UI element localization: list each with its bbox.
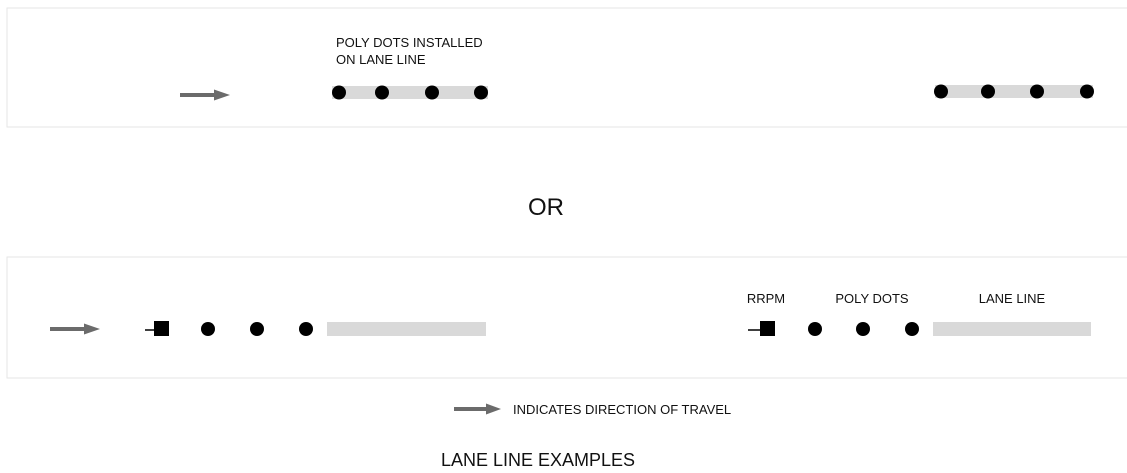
poly-dot bbox=[250, 322, 264, 336]
lane-line-diagram: POLY DOTS INSTALLED ON LANE LINE OR RRPM… bbox=[6, 7, 1127, 470]
lane-line-label: LANE LINE bbox=[979, 291, 1046, 306]
legend: INDICATES DIRECTION OF TRAVEL bbox=[454, 402, 731, 417]
top-direction-arrow-icon bbox=[180, 89, 230, 101]
poly-dot bbox=[299, 322, 313, 336]
rrpm-marker-icon bbox=[145, 321, 169, 336]
bottom-panel: RRPM POLY DOTS LANE LINE bbox=[6, 256, 1127, 379]
top-callout-label-line1: POLY DOTS INSTALLED bbox=[336, 35, 483, 50]
poly-dot bbox=[201, 322, 215, 336]
legend-text: INDICATES DIRECTION OF TRAVEL bbox=[513, 402, 731, 417]
figure-title: LANE LINE EXAMPLES bbox=[441, 450, 635, 470]
top-panel-border bbox=[6, 7, 1127, 128]
poly-dot bbox=[808, 322, 822, 336]
poly-dot bbox=[1080, 84, 1094, 99]
top-panel: POLY DOTS INSTALLED ON LANE LINE bbox=[6, 7, 1127, 128]
poly-dot bbox=[856, 322, 870, 336]
poly-dot bbox=[375, 85, 389, 100]
top-left-lane-line bbox=[332, 86, 488, 99]
poly-dot bbox=[934, 84, 948, 99]
poly-dots-label: POLY DOTS bbox=[835, 291, 909, 306]
poly-dot bbox=[474, 85, 488, 100]
poly-dot bbox=[425, 85, 439, 100]
poly-dot bbox=[1030, 84, 1044, 99]
poly-dot bbox=[981, 84, 995, 99]
top-right-lane-line bbox=[935, 85, 1093, 98]
top-left-dotted-lane-line bbox=[332, 85, 488, 100]
top-right-dotted-lane-line bbox=[934, 84, 1094, 99]
bottom-right-lane-line bbox=[933, 322, 1091, 336]
bottom-direction-arrow-icon bbox=[50, 323, 100, 335]
poly-dot bbox=[332, 85, 346, 100]
bottom-left-lane-line bbox=[327, 322, 486, 336]
bottom-left-marker-group bbox=[145, 321, 486, 336]
bottom-right-marker-group bbox=[748, 321, 1091, 336]
bottom-panel-border bbox=[6, 256, 1127, 379]
rrpm-marker-icon bbox=[748, 321, 775, 336]
poly-dot bbox=[905, 322, 919, 336]
legend-arrow-icon bbox=[454, 403, 501, 415]
or-separator: OR bbox=[528, 194, 564, 221]
rrpm-label: RRPM bbox=[747, 291, 785, 306]
top-callout-label-line2: ON LANE LINE bbox=[336, 52, 426, 67]
